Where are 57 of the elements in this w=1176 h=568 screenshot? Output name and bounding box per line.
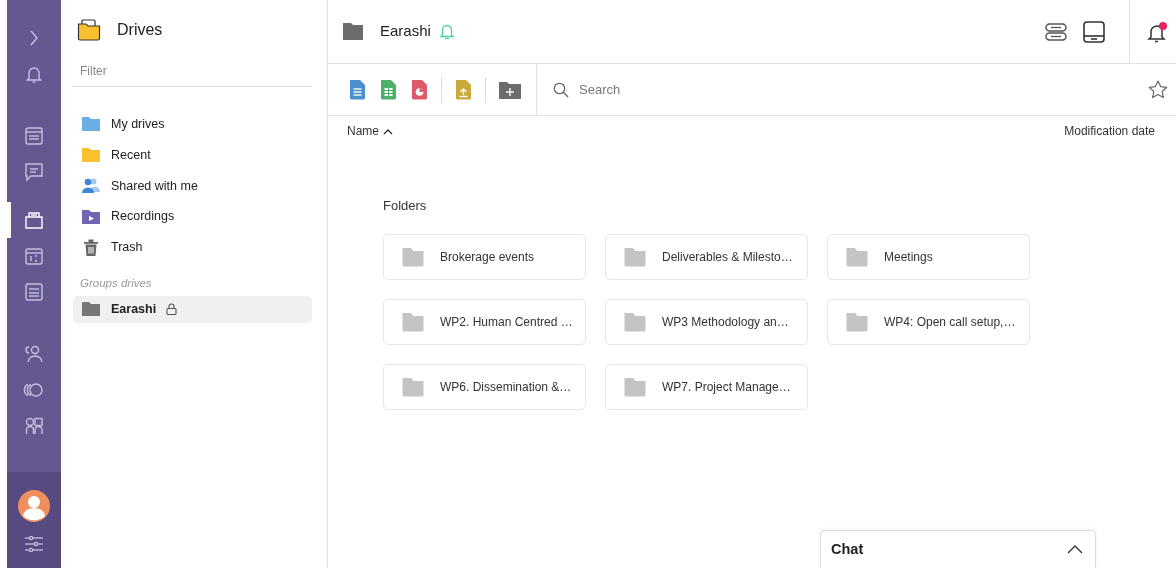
notification-bell-icon[interactable] — [1146, 20, 1168, 43]
sidebar-item[interactable]: Shared with me — [73, 172, 312, 200]
chat-panel[interactable]: Chat — [820, 530, 1096, 568]
folder-card[interactable]: Brokerage events — [383, 233, 586, 280]
folder-icon — [401, 376, 425, 397]
folder-icon — [81, 300, 101, 319]
sidebar-item[interactable]: Recordings — [73, 203, 312, 230]
drives-icon — [77, 19, 101, 41]
name-column-header[interactable]: Name — [347, 122, 393, 140]
expand-icon[interactable] — [1067, 545, 1083, 554]
drive-title: Earashi — [380, 21, 431, 42]
video-folder-icon — [81, 207, 101, 226]
folder-icon — [23, 209, 45, 231]
folder-icon — [401, 246, 425, 267]
apps-icon — [23, 415, 45, 437]
sidebar-item[interactable]: Recent — [73, 141, 312, 169]
spreadsheet-button[interactable] — [379, 78, 398, 101]
folder-card[interactable]: WP3 Methodology an… — [605, 298, 808, 345]
star-icon[interactable] — [1148, 80, 1168, 100]
folder-card[interactable]: Deliverables & Milesto… — [605, 233, 808, 280]
people-icon — [23, 343, 45, 365]
section-heading: Folders — [383, 197, 428, 215]
folder-icon — [401, 311, 425, 332]
folder-icon — [342, 22, 364, 42]
search-icon — [553, 81, 569, 98]
calendar-icon — [23, 245, 45, 267]
folder-icon — [81, 146, 101, 165]
group-drive-item[interactable]: Earashi — [73, 296, 312, 323]
folder-icon — [81, 115, 101, 134]
people-icon — [81, 176, 101, 195]
upload-button[interactable] — [454, 78, 473, 101]
folder-icon — [623, 311, 647, 332]
toggle-view-icon[interactable] — [1045, 22, 1067, 41]
list-icon — [23, 281, 45, 303]
folder-card[interactable]: WP6. Dissemination &… — [383, 363, 586, 410]
folder-card[interactable]: Meetings — [827, 233, 1030, 280]
panel-icon[interactable] — [1083, 20, 1105, 43]
news-icon — [23, 125, 45, 147]
document-button[interactable] — [348, 78, 367, 101]
folder-icon — [623, 376, 647, 397]
folder-icon — [845, 311, 869, 332]
bell-icon[interactable] — [438, 23, 455, 40]
presentation-button[interactable] — [410, 78, 429, 101]
settings-icon[interactable] — [24, 536, 44, 552]
sidebar-item[interactable]: My drives — [73, 111, 312, 138]
folder-icon — [845, 246, 869, 267]
date-column-header[interactable]: Modification date — [1064, 122, 1155, 140]
groups-heading: Groups drives — [80, 275, 153, 291]
folder-card[interactable]: WP2. Human Centred … — [383, 298, 586, 345]
sidebar-title: Drives — [117, 20, 163, 40]
folder-card[interactable]: WP4: Open call setup,… — [827, 298, 1030, 345]
chat-icon — [23, 161, 45, 183]
folder-icon — [623, 246, 647, 267]
trash-icon — [81, 238, 101, 257]
sidebar-item[interactable]: Trash — [73, 234, 312, 261]
folder-card[interactable]: WP7. Project Manage… — [605, 363, 808, 410]
avatar-icon[interactable] — [18, 490, 50, 522]
